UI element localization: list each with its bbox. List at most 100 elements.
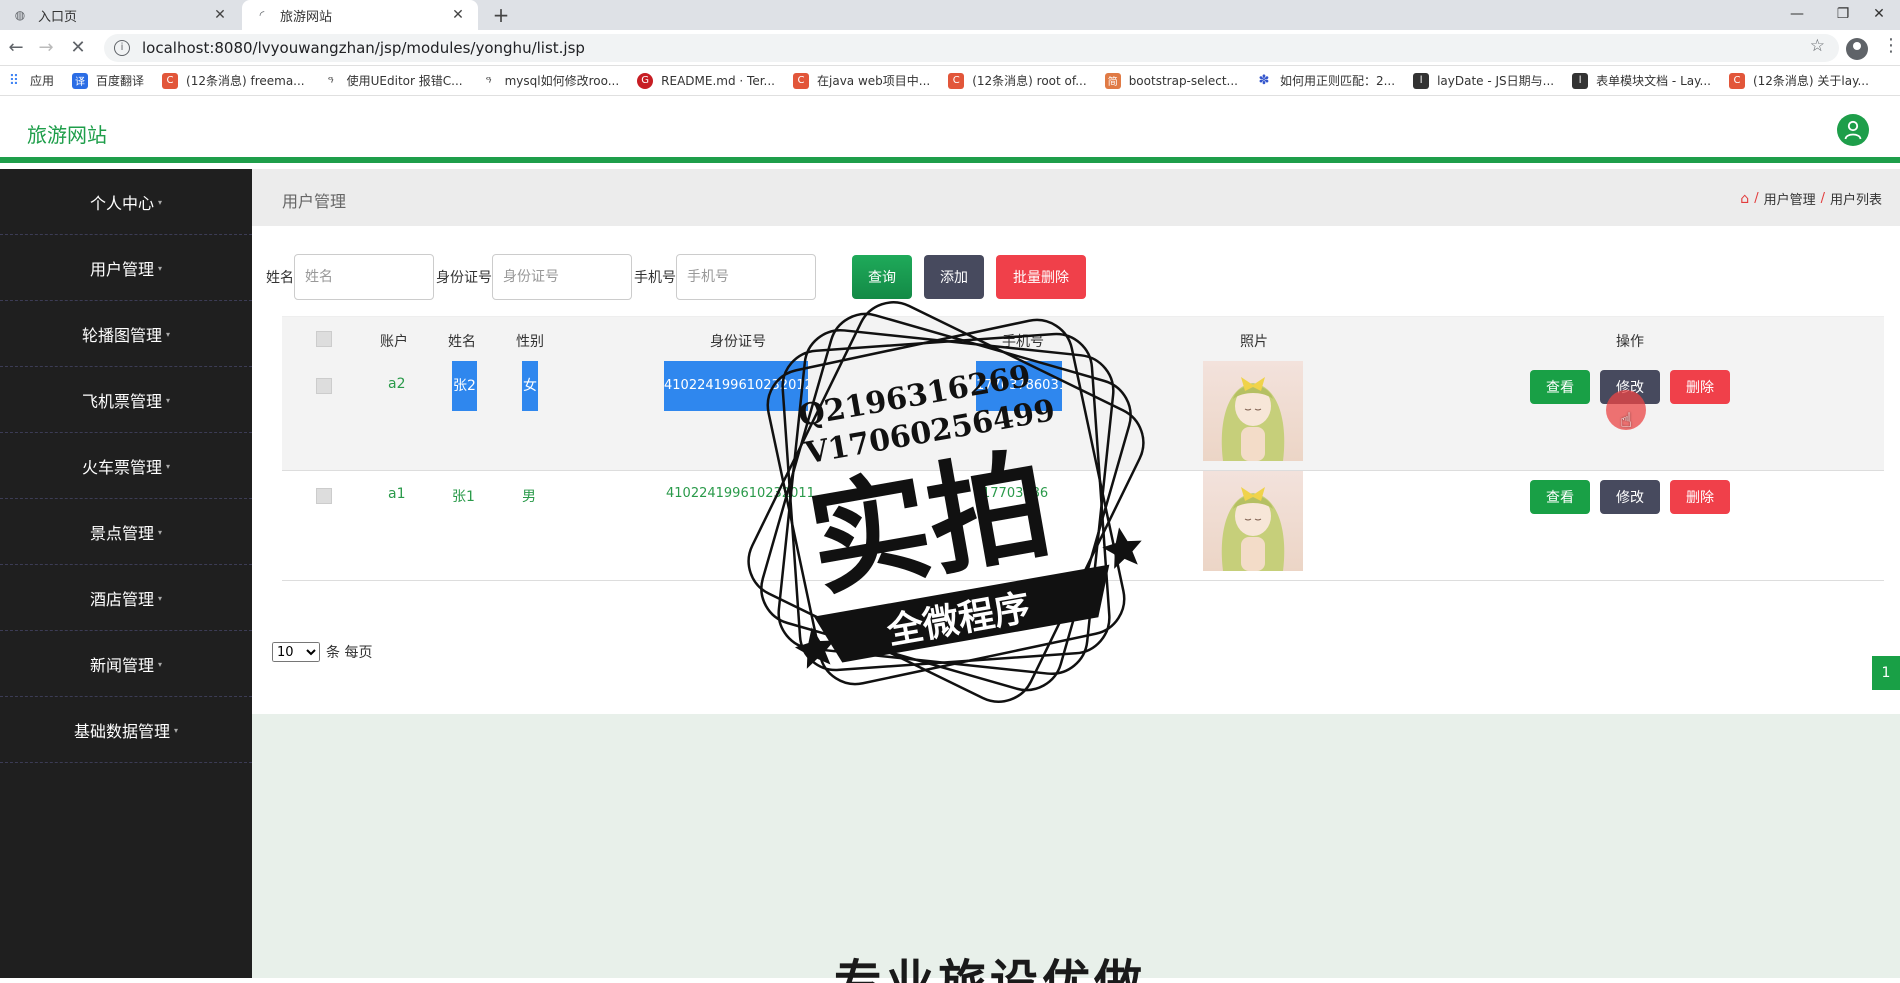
sidebar-item-train-tickets[interactable]: 火车票管理 ▾ [0, 433, 252, 499]
bookmark-item[interactable]: l layDate - JS日期与... [1413, 72, 1554, 89]
caret-down-icon: ▾ [174, 726, 179, 735]
select-all-checkbox[interactable] [316, 331, 332, 347]
csdn-icon: C [1728, 72, 1745, 89]
row-checkbox[interactable] [316, 488, 332, 504]
column-header: 照片 [1240, 334, 1268, 350]
bookmark-item[interactable]: l 表单模块文档 - Lay... [1572, 72, 1711, 89]
window-close-icon[interactable]: ✕ [1856, 0, 1900, 30]
user-avatar[interactable] [1837, 114, 1869, 146]
sidebar-item-news[interactable]: 新闻管理 ▾ [0, 631, 252, 697]
hand-cursor-icon: ☝ [1620, 408, 1633, 432]
caret-down-icon: ▾ [158, 198, 163, 207]
account-cell: a1 [388, 486, 406, 502]
caret-down-icon: ▾ [158, 264, 163, 273]
bookmark-label: (12条消息) root of... [972, 74, 1087, 88]
profile-icon[interactable] [1846, 38, 1868, 60]
home-icon[interactable]: ⌂ [1740, 191, 1749, 207]
gitee-icon: G [637, 72, 654, 89]
bookmark-item[interactable]: ✽ 如何用正则匹配：2... [1256, 72, 1396, 89]
sidebar-item-flight-tickets[interactable]: 飞机票管理 ▾ [0, 367, 252, 433]
globe-icon: ◍ [14, 8, 26, 22]
page-size-control: 10 条 每页 [272, 642, 372, 662]
bookmark-item[interactable]: 简 bootstrap-select... [1104, 72, 1238, 89]
delete-button[interactable]: 删除 [1670, 480, 1730, 514]
phone-cell: 17703786 [982, 486, 1049, 501]
url-text: localhost:8080/lvyouwangzhan/jsp/modules… [142, 39, 585, 57]
sidebar-item-base-data[interactable]: 基础数据管理 ▾ [0, 697, 252, 763]
close-icon[interactable]: ✕ [212, 7, 228, 23]
column-header: 账户 [380, 334, 408, 350]
id-number-cell: 410224199610232011 [666, 486, 815, 501]
mushroom-icon: ዓ [327, 75, 334, 86]
address-bar-row: ← → ✕ i localhost:8080/lvyouwangzhan/jsp… [0, 30, 1900, 66]
sidebar-item-hotels[interactable]: 酒店管理 ▾ [0, 565, 252, 631]
bookmark-label: README.md · Ter... [661, 73, 775, 88]
add-button[interactable]: 添加 [924, 255, 984, 299]
page-number-button[interactable]: 1 [1872, 656, 1900, 690]
page-size-select[interactable]: 10 [272, 642, 320, 662]
name-cell: 张1 [452, 489, 475, 505]
stop-icon[interactable]: ✕ [66, 37, 90, 59]
delete-button[interactable]: 删除 [1670, 370, 1730, 404]
sidebar-item-label: 酒店管理 [89, 589, 154, 609]
sidebar-item-carousel-management[interactable]: 轮播图管理 ▾ [0, 301, 252, 367]
bookmark-item[interactable]: 译 百度翻译 [72, 72, 144, 89]
breadcrumb-item[interactable]: 用户管理 [1764, 189, 1816, 208]
browser-tab-strip: ◍ 入口页 ✕ ◜ 旅游网站 ✕ + — ❐ ✕ [0, 0, 1900, 30]
phone-input[interactable] [676, 254, 816, 300]
sidebar-item-personal-center[interactable]: 个人中心 ▾ [0, 169, 252, 235]
name-label: 姓名 [266, 270, 294, 286]
bookmark-label: mysql如何修改roo... [504, 74, 620, 88]
edit-button[interactable]: 修改 [1600, 480, 1660, 514]
sidebar-item-label: 轮播图管理 [81, 325, 162, 345]
url-field[interactable]: i localhost:8080/lvyouwangzhan/jsp/modul… [104, 34, 1839, 62]
sidebar-item-user-management[interactable]: 用户管理 ▾ [0, 235, 252, 301]
bookmark-item[interactable]: C (12条消息) root of... [948, 72, 1087, 89]
anime-girl-image [1221, 377, 1285, 461]
bottom-banner-text: 专业旅设优做 [834, 955, 1147, 983]
sidebar-item-label: 飞机票管理 [81, 391, 162, 411]
bookmark-item[interactable]: C 在java web项目中... [793, 72, 930, 89]
page-size-suffix: 条 每页 [326, 645, 373, 661]
bookmark-item[interactable]: ዓ mysql如何修改roo... [481, 72, 620, 89]
bookmark-item[interactable]: G README.md · Ter... [637, 72, 775, 89]
star-icon[interactable]: ☆ [1810, 36, 1825, 56]
browser-tab-active[interactable]: ◜ 旅游网站 ✕ [242, 0, 478, 30]
anime-girl-image [1221, 487, 1285, 571]
bookmark-item[interactable]: ⠿ 应用 [6, 72, 54, 89]
sidebar: 个人中心 ▾ 用户管理 ▾ 轮播图管理 ▾ 飞机票管理 ▾ 火车票管理 ▾ 景点管理 ▾ 酒… [0, 169, 252, 978]
caret-down-icon: ▾ [158, 528, 163, 537]
query-button[interactable]: 查询 [852, 255, 912, 299]
minimize-icon[interactable]: — [1774, 0, 1820, 30]
id-number-cell: 410224199610232012 [664, 361, 808, 411]
site-brand[interactable]: 旅游网站 [27, 119, 107, 148]
new-tab-button[interactable]: + [490, 4, 512, 26]
id-number-input[interactable] [492, 254, 632, 300]
tab-title: 入口页 [38, 9, 78, 25]
sidebar-item-label: 基础数据管理 [73, 721, 170, 741]
batch-delete-button[interactable]: 批量删除 [996, 255, 1086, 299]
column-header: 性别 [516, 334, 544, 350]
view-button[interactable]: 查看 [1530, 370, 1590, 404]
row-checkbox[interactable] [316, 378, 332, 394]
bookmark-item[interactable]: ዓ 使用UEditor 报错C... [323, 72, 463, 89]
user-photo [1203, 361, 1303, 461]
layui-icon: l [1572, 72, 1589, 89]
info-icon[interactable]: i [114, 40, 130, 56]
sidebar-item-label: 景点管理 [89, 523, 154, 543]
menu-icon[interactable]: ⋮ [1882, 35, 1900, 56]
bookmark-label: 应用 [30, 74, 55, 88]
jian-icon: 简 [1104, 72, 1121, 89]
forward-arrow-icon[interactable]: → [34, 37, 58, 59]
close-icon[interactable]: ✕ [450, 7, 466, 23]
browser-tab-entry[interactable]: ◍ 入口页 ✕ [0, 0, 240, 30]
bookmark-item[interactable]: C (12条消息) 关于lay... [1728, 72, 1869, 89]
bookmark-label: 百度翻译 [96, 74, 145, 88]
sidebar-item-attractions[interactable]: 景点管理 ▾ [0, 499, 252, 565]
name-input[interactable] [294, 254, 434, 300]
loading-icon: ◜ [259, 8, 265, 22]
view-button[interactable]: 查看 [1530, 480, 1590, 514]
phone-label: 手机号 [634, 270, 676, 286]
back-arrow-icon[interactable]: ← [4, 37, 28, 59]
bookmark-item[interactable]: C (12条消息) freema... [162, 72, 305, 89]
